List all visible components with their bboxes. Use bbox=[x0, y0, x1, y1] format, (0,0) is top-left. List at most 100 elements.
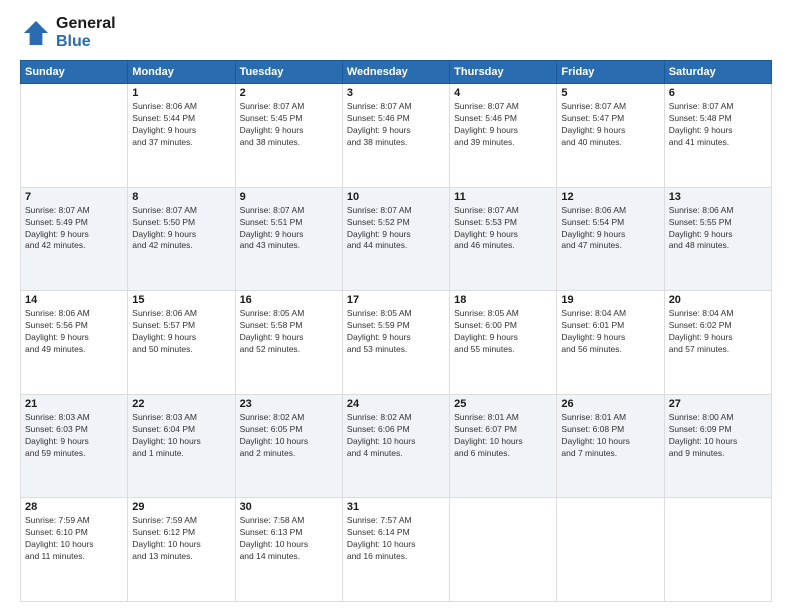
cell-day-number: 11 bbox=[454, 191, 552, 203]
cell-info-text: Sunrise: 8:07 AM Sunset: 5:53 PM Dayligh… bbox=[454, 205, 552, 253]
calendar-cell: 2Sunrise: 8:07 AM Sunset: 5:45 PM Daylig… bbox=[235, 84, 342, 188]
cell-day-number: 20 bbox=[669, 294, 767, 306]
cell-day-number: 17 bbox=[347, 294, 445, 306]
logo-line2: Blue bbox=[56, 33, 116, 51]
cell-info-text: Sunrise: 8:03 AM Sunset: 6:04 PM Dayligh… bbox=[132, 412, 230, 460]
calendar-cell: 5Sunrise: 8:07 AM Sunset: 5:47 PM Daylig… bbox=[557, 84, 664, 188]
cell-info-text: Sunrise: 8:06 AM Sunset: 5:54 PM Dayligh… bbox=[561, 205, 659, 253]
cell-info-text: Sunrise: 8:02 AM Sunset: 6:05 PM Dayligh… bbox=[240, 412, 338, 460]
calendar-week-5: 28Sunrise: 7:59 AM Sunset: 6:10 PM Dayli… bbox=[21, 498, 772, 602]
weekday-header-wednesday: Wednesday bbox=[342, 61, 449, 84]
calendar-cell: 30 Sunrise: 7:58 AM Sunset: 6:13 PM Dayli… bbox=[235, 498, 342, 602]
cell-day-number: 26 bbox=[561, 398, 659, 410]
calendar-week-2: 7Sunrise: 8:07 AM Sunset: 5:49 PM Daylig… bbox=[21, 187, 772, 291]
calendar-cell: 10Sunrise: 8:07 AM Sunset: 5:52 PM Dayli… bbox=[342, 187, 449, 291]
cell-day-number: 28 bbox=[25, 501, 123, 513]
cell-day-number: 30 bbox=[240, 501, 338, 513]
calendar-cell: 27 Sunrise: 8:00 AM Sunset: 6:09 PM Dayli… bbox=[664, 394, 771, 498]
calendar-cell: 11 Sunrise: 8:07 AM Sunset: 5:53 PM Dayli… bbox=[450, 187, 557, 291]
cell-day-number: 27 bbox=[669, 398, 767, 410]
calendar-cell: 25 Sunrise: 8:01 AM Sunset: 6:07 PM Dayli… bbox=[450, 394, 557, 498]
cell-day-number: 8 bbox=[132, 191, 230, 203]
calendar-week-3: 14Sunrise: 8:06 AM Sunset: 5:56 PM Dayli… bbox=[21, 291, 772, 395]
calendar-cell: 29 Sunrise: 7:59 AM Sunset: 6:12 PM Dayli… bbox=[128, 498, 235, 602]
calendar-cell bbox=[21, 84, 128, 188]
cell-info-text: Sunrise: 8:07 AM Sunset: 5:52 PM Dayligh… bbox=[347, 205, 445, 253]
calendar-cell: 7Sunrise: 8:07 AM Sunset: 5:49 PM Daylig… bbox=[21, 187, 128, 291]
cell-info-text: Sunrise: 7:59 AM Sunset: 6:12 PM Dayligh… bbox=[132, 515, 230, 563]
cell-day-number: 23 bbox=[240, 398, 338, 410]
cell-day-number: 24 bbox=[347, 398, 445, 410]
calendar-cell: 26 Sunrise: 8:01 AM Sunset: 6:08 PM Dayli… bbox=[557, 394, 664, 498]
cell-info-text: Sunrise: 8:07 AM Sunset: 5:49 PM Dayligh… bbox=[25, 205, 123, 253]
cell-info-text: Sunrise: 8:05 AM Sunset: 5:58 PM Dayligh… bbox=[240, 308, 338, 356]
cell-day-number: 3 bbox=[347, 87, 445, 99]
calendar-cell bbox=[557, 498, 664, 602]
calendar-cell: 23 Sunrise: 8:02 AM Sunset: 6:05 PM Dayli… bbox=[235, 394, 342, 498]
cell-info-text: Sunrise: 8:06 AM Sunset: 5:55 PM Dayligh… bbox=[669, 205, 767, 253]
calendar-cell: 21 Sunrise: 8:03 AM Sunset: 6:03 PM Dayli… bbox=[21, 394, 128, 498]
cell-day-number: 5 bbox=[561, 87, 659, 99]
cell-info-text: Sunrise: 8:07 AM Sunset: 5:46 PM Dayligh… bbox=[454, 101, 552, 149]
cell-day-number: 13 bbox=[669, 191, 767, 203]
cell-day-number: 31 bbox=[347, 501, 445, 513]
cell-day-number: 1 bbox=[132, 87, 230, 99]
cell-info-text: Sunrise: 8:07 AM Sunset: 5:46 PM Dayligh… bbox=[347, 101, 445, 149]
calendar-cell: 13 Sunrise: 8:06 AM Sunset: 5:55 PM Dayli… bbox=[664, 187, 771, 291]
calendar-cell: 31 Sunrise: 7:57 AM Sunset: 6:14 PM Dayli… bbox=[342, 498, 449, 602]
cell-info-text: Sunrise: 8:06 AM Sunset: 5:44 PM Dayligh… bbox=[132, 101, 230, 149]
cell-info-text: Sunrise: 8:06 AM Sunset: 5:57 PM Dayligh… bbox=[132, 308, 230, 356]
cell-info-text: Sunrise: 8:06 AM Sunset: 5:56 PM Dayligh… bbox=[25, 308, 123, 356]
cell-day-number: 19 bbox=[561, 294, 659, 306]
calendar-cell: 8 Sunrise: 8:07 AM Sunset: 5:50 PM Daylig… bbox=[128, 187, 235, 291]
cell-info-text: Sunrise: 8:04 AM Sunset: 6:02 PM Dayligh… bbox=[669, 308, 767, 356]
cell-info-text: Sunrise: 8:02 AM Sunset: 6:06 PM Dayligh… bbox=[347, 412, 445, 460]
calendar-cell: 18 Sunrise: 8:05 AM Sunset: 6:00 PM Dayli… bbox=[450, 291, 557, 395]
calendar-cell: 28Sunrise: 7:59 AM Sunset: 6:10 PM Dayli… bbox=[21, 498, 128, 602]
weekday-header-thursday: Thursday bbox=[450, 61, 557, 84]
cell-info-text: Sunrise: 8:05 AM Sunset: 6:00 PM Dayligh… bbox=[454, 308, 552, 356]
cell-day-number: 29 bbox=[132, 501, 230, 513]
calendar-week-4: 21 Sunrise: 8:03 AM Sunset: 6:03 PM Dayli… bbox=[21, 394, 772, 498]
calendar-cell: 12 Sunrise: 8:06 AM Sunset: 5:54 PM Dayli… bbox=[557, 187, 664, 291]
calendar-table: SundayMondayTuesdayWednesdayThursdayFrid… bbox=[20, 60, 772, 602]
cell-day-number: 12 bbox=[561, 191, 659, 203]
header: General Blue bbox=[20, 15, 772, 50]
cell-day-number: 18 bbox=[454, 294, 552, 306]
cell-info-text: Sunrise: 8:01 AM Sunset: 6:08 PM Dayligh… bbox=[561, 412, 659, 460]
logo-line1: General bbox=[56, 15, 116, 33]
calendar-cell: 15 Sunrise: 8:06 AM Sunset: 5:57 PM Dayli… bbox=[128, 291, 235, 395]
calendar-cell: 20 Sunrise: 8:04 AM Sunset: 6:02 PM Dayli… bbox=[664, 291, 771, 395]
calendar-cell: 17Sunrise: 8:05 AM Sunset: 5:59 PM Dayli… bbox=[342, 291, 449, 395]
calendar-cell: 3 Sunrise: 8:07 AM Sunset: 5:46 PM Daylig… bbox=[342, 84, 449, 188]
calendar-cell: 9Sunrise: 8:07 AM Sunset: 5:51 PM Daylig… bbox=[235, 187, 342, 291]
cell-day-number: 25 bbox=[454, 398, 552, 410]
weekday-header-monday: Monday bbox=[128, 61, 235, 84]
cell-day-number: 15 bbox=[132, 294, 230, 306]
cell-info-text: Sunrise: 7:57 AM Sunset: 6:14 PM Dayligh… bbox=[347, 515, 445, 563]
cell-day-number: 16 bbox=[240, 294, 338, 306]
cell-day-number: 9 bbox=[240, 191, 338, 203]
cell-info-text: Sunrise: 8:00 AM Sunset: 6:09 PM Dayligh… bbox=[669, 412, 767, 460]
cell-day-number: 2 bbox=[240, 87, 338, 99]
cell-info-text: Sunrise: 8:07 AM Sunset: 5:50 PM Dayligh… bbox=[132, 205, 230, 253]
cell-info-text: Sunrise: 7:58 AM Sunset: 6:13 PM Dayligh… bbox=[240, 515, 338, 563]
weekday-header-row: SundayMondayTuesdayWednesdayThursdayFrid… bbox=[21, 61, 772, 84]
calendar-week-1: 1 Sunrise: 8:06 AM Sunset: 5:44 PM Daylig… bbox=[21, 84, 772, 188]
weekday-header-sunday: Sunday bbox=[21, 61, 128, 84]
logo: General Blue bbox=[20, 15, 116, 50]
cell-day-number: 4 bbox=[454, 87, 552, 99]
cell-day-number: 21 bbox=[25, 398, 123, 410]
calendar-cell: 24 Sunrise: 8:02 AM Sunset: 6:06 PM Dayli… bbox=[342, 394, 449, 498]
cell-day-number: 22 bbox=[132, 398, 230, 410]
cell-info-text: Sunrise: 8:01 AM Sunset: 6:07 PM Dayligh… bbox=[454, 412, 552, 460]
cell-info-text: Sunrise: 8:03 AM Sunset: 6:03 PM Dayligh… bbox=[25, 412, 123, 460]
calendar-cell: 22 Sunrise: 8:03 AM Sunset: 6:04 PM Dayli… bbox=[128, 394, 235, 498]
cell-info-text: Sunrise: 8:07 AM Sunset: 5:48 PM Dayligh… bbox=[669, 101, 767, 149]
weekday-header-friday: Friday bbox=[557, 61, 664, 84]
calendar-cell: 4 Sunrise: 8:07 AM Sunset: 5:46 PM Daylig… bbox=[450, 84, 557, 188]
calendar-cell: 16 Sunrise: 8:05 AM Sunset: 5:58 PM Dayli… bbox=[235, 291, 342, 395]
calendar-cell: 6Sunrise: 8:07 AM Sunset: 5:48 PM Daylig… bbox=[664, 84, 771, 188]
page: General Blue SundayMondayTuesdayWednesda… bbox=[0, 0, 792, 612]
calendar-cell: 1 Sunrise: 8:06 AM Sunset: 5:44 PM Daylig… bbox=[128, 84, 235, 188]
